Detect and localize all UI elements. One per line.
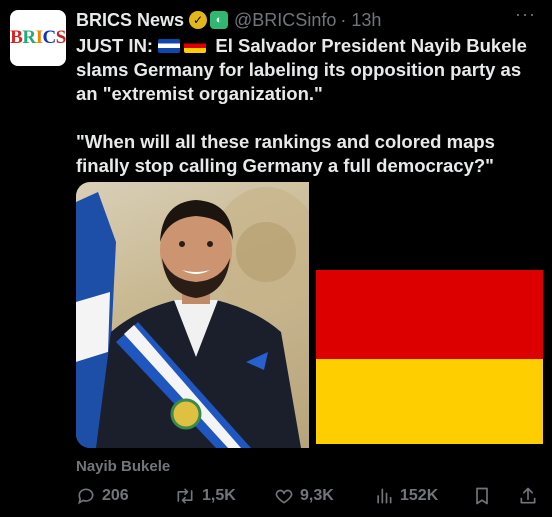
post-media[interactable]	[76, 182, 547, 448]
share-icon	[520, 487, 536, 504]
bookmark-icon	[476, 487, 488, 505]
post-time[interactable]: · 13h	[340, 10, 381, 31]
germany-flag-image[interactable]	[312, 182, 547, 448]
repost-button[interactable]: 1,5K	[174, 486, 236, 506]
el-salvador-flag-icon	[158, 39, 181, 53]
verified-badge-icon: ✓	[189, 11, 208, 29]
account-handle[interactable]: @BRICSinfo	[234, 10, 336, 31]
reply-icon	[78, 488, 94, 505]
avatar-logo: B	[10, 27, 23, 48]
flag-stripe-black	[312, 182, 547, 270]
views-button[interactable]: 152K	[374, 486, 438, 506]
post-quote: "When will all these rankings and colore…	[76, 131, 495, 176]
flag-stripe-gold	[316, 359, 543, 444]
analytics-icon	[377, 488, 392, 504]
affiliate-badge-icon: ◐	[210, 11, 229, 29]
account-name[interactable]: BRICS News	[76, 10, 184, 31]
post-prefix: JUST IN:	[76, 35, 154, 56]
view-count: 152K	[400, 487, 439, 504]
share-button[interactable]	[518, 486, 538, 506]
action-bar: 206 1,5K 9,3K 152K	[76, 484, 546, 512]
like-count: 9,3K	[300, 487, 334, 504]
bukele-photo[interactable]	[76, 182, 309, 448]
post-text: JUST IN: El Salvador President Nayib Buk…	[76, 34, 546, 178]
bukele-photo-illustration	[76, 187, 309, 448]
heart-icon	[275, 489, 293, 504]
like-button[interactable]: 9,3K	[274, 486, 334, 506]
reply-button[interactable]: 206	[76, 486, 129, 506]
avatar[interactable]: BRICS	[10, 10, 66, 66]
repost-count: 1,5K	[202, 487, 236, 504]
bookmark-button[interactable]	[472, 486, 492, 506]
more-options-icon[interactable]: ···	[515, 4, 536, 25]
post-header: BRICS News ✓ ◐ @BRICSinfo · 13h ···	[76, 4, 538, 33]
repost-icon	[177, 488, 193, 504]
media-caption: Nayib Bukele	[76, 458, 171, 475]
flag-stripe-red	[316, 270, 543, 359]
reply-count: 206	[102, 487, 129, 504]
germany-flag-icon	[184, 39, 207, 53]
